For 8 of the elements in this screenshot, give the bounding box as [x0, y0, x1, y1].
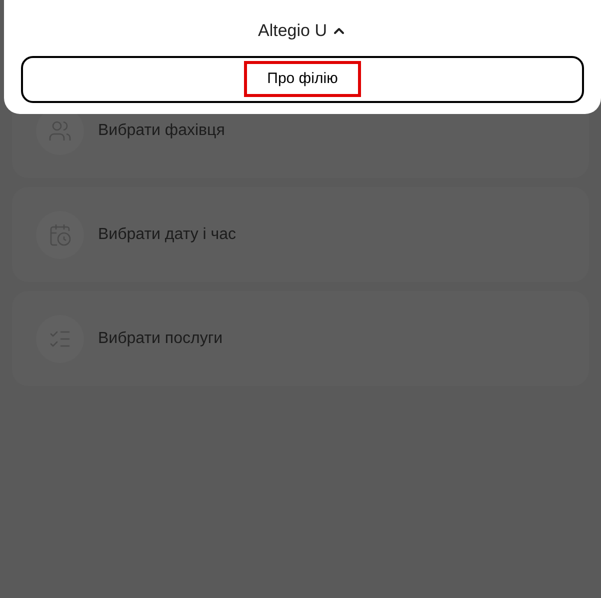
calendar-clock-icon [48, 222, 72, 246]
people-icon [48, 118, 72, 142]
step-label: Вибрати дату і час [98, 224, 236, 244]
branch-dropdown[interactable]: Altegio U [258, 18, 347, 44]
step-label: Вибрати фахівця [98, 120, 225, 140]
about-branch-button[interactable]: Про філію [21, 56, 584, 102]
button-label: Про філію [244, 60, 361, 98]
step-label: Вибрати послуги [98, 328, 223, 348]
